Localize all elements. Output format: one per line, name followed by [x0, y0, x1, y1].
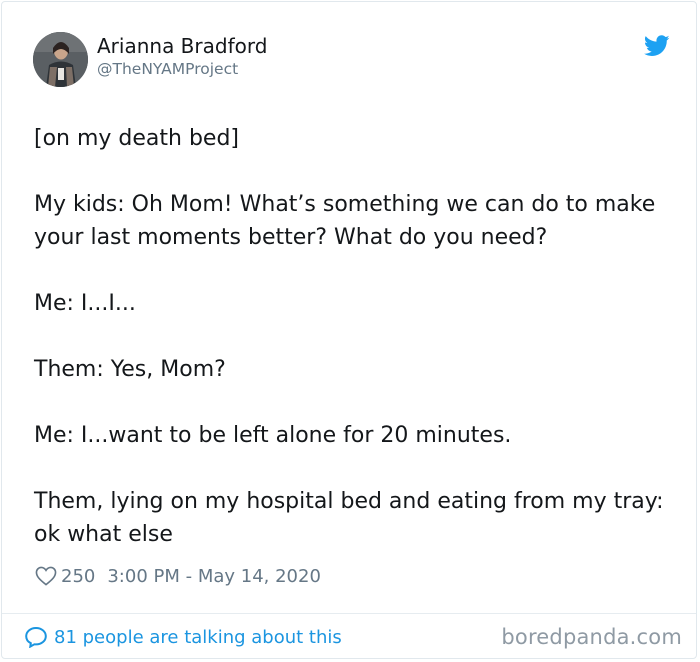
- tweet-paragraph: My kids: Oh Mom! What’s something we can…: [34, 192, 656, 250]
- twitter-bird-icon[interactable]: [644, 35, 670, 57]
- tweet-card: Arianna Bradford @TheNYAMProject [on my …: [1, 1, 697, 659]
- avatar[interactable]: [33, 32, 88, 87]
- tweet-header: Arianna Bradford @TheNYAMProject: [33, 32, 673, 88]
- heart-outline-icon[interactable]: [35, 566, 57, 586]
- conversation-link[interactable]: 81 people are talking about this: [24, 626, 342, 648]
- like-count[interactable]: 250: [61, 566, 95, 587]
- author-names: Arianna Bradford @TheNYAMProject: [97, 34, 267, 80]
- speech-bubble-icon: [25, 626, 47, 648]
- tweet-paragraph: Them, lying on my hospital bed and eatin…: [34, 489, 664, 547]
- tweet-paragraph: Me: I...want to be left alone for 20 min…: [34, 423, 512, 448]
- author-handle[interactable]: @TheNYAMProject: [97, 58, 267, 80]
- tweet-text: [on my death bed] My kids: Oh Mom! What’…: [34, 122, 674, 584]
- author-display-name[interactable]: Arianna Bradford: [97, 34, 267, 58]
- tweet-paragraph: Them: Yes, Mom?: [34, 357, 226, 382]
- tweet-paragraph: [on my death bed]: [34, 126, 240, 151]
- watermark: boredpanda.com: [501, 625, 682, 649]
- tweet-paragraph: Me: I...I...: [34, 291, 136, 316]
- divider: [2, 613, 696, 614]
- tweet-meta: 250 3:00 PM - May 14, 2020: [35, 562, 321, 590]
- conversation-count-label: 81 people are talking about this: [54, 626, 342, 648]
- avatar-image: [33, 32, 88, 87]
- tweet-timestamp[interactable]: 3:00 PM - May 14, 2020: [107, 566, 321, 587]
